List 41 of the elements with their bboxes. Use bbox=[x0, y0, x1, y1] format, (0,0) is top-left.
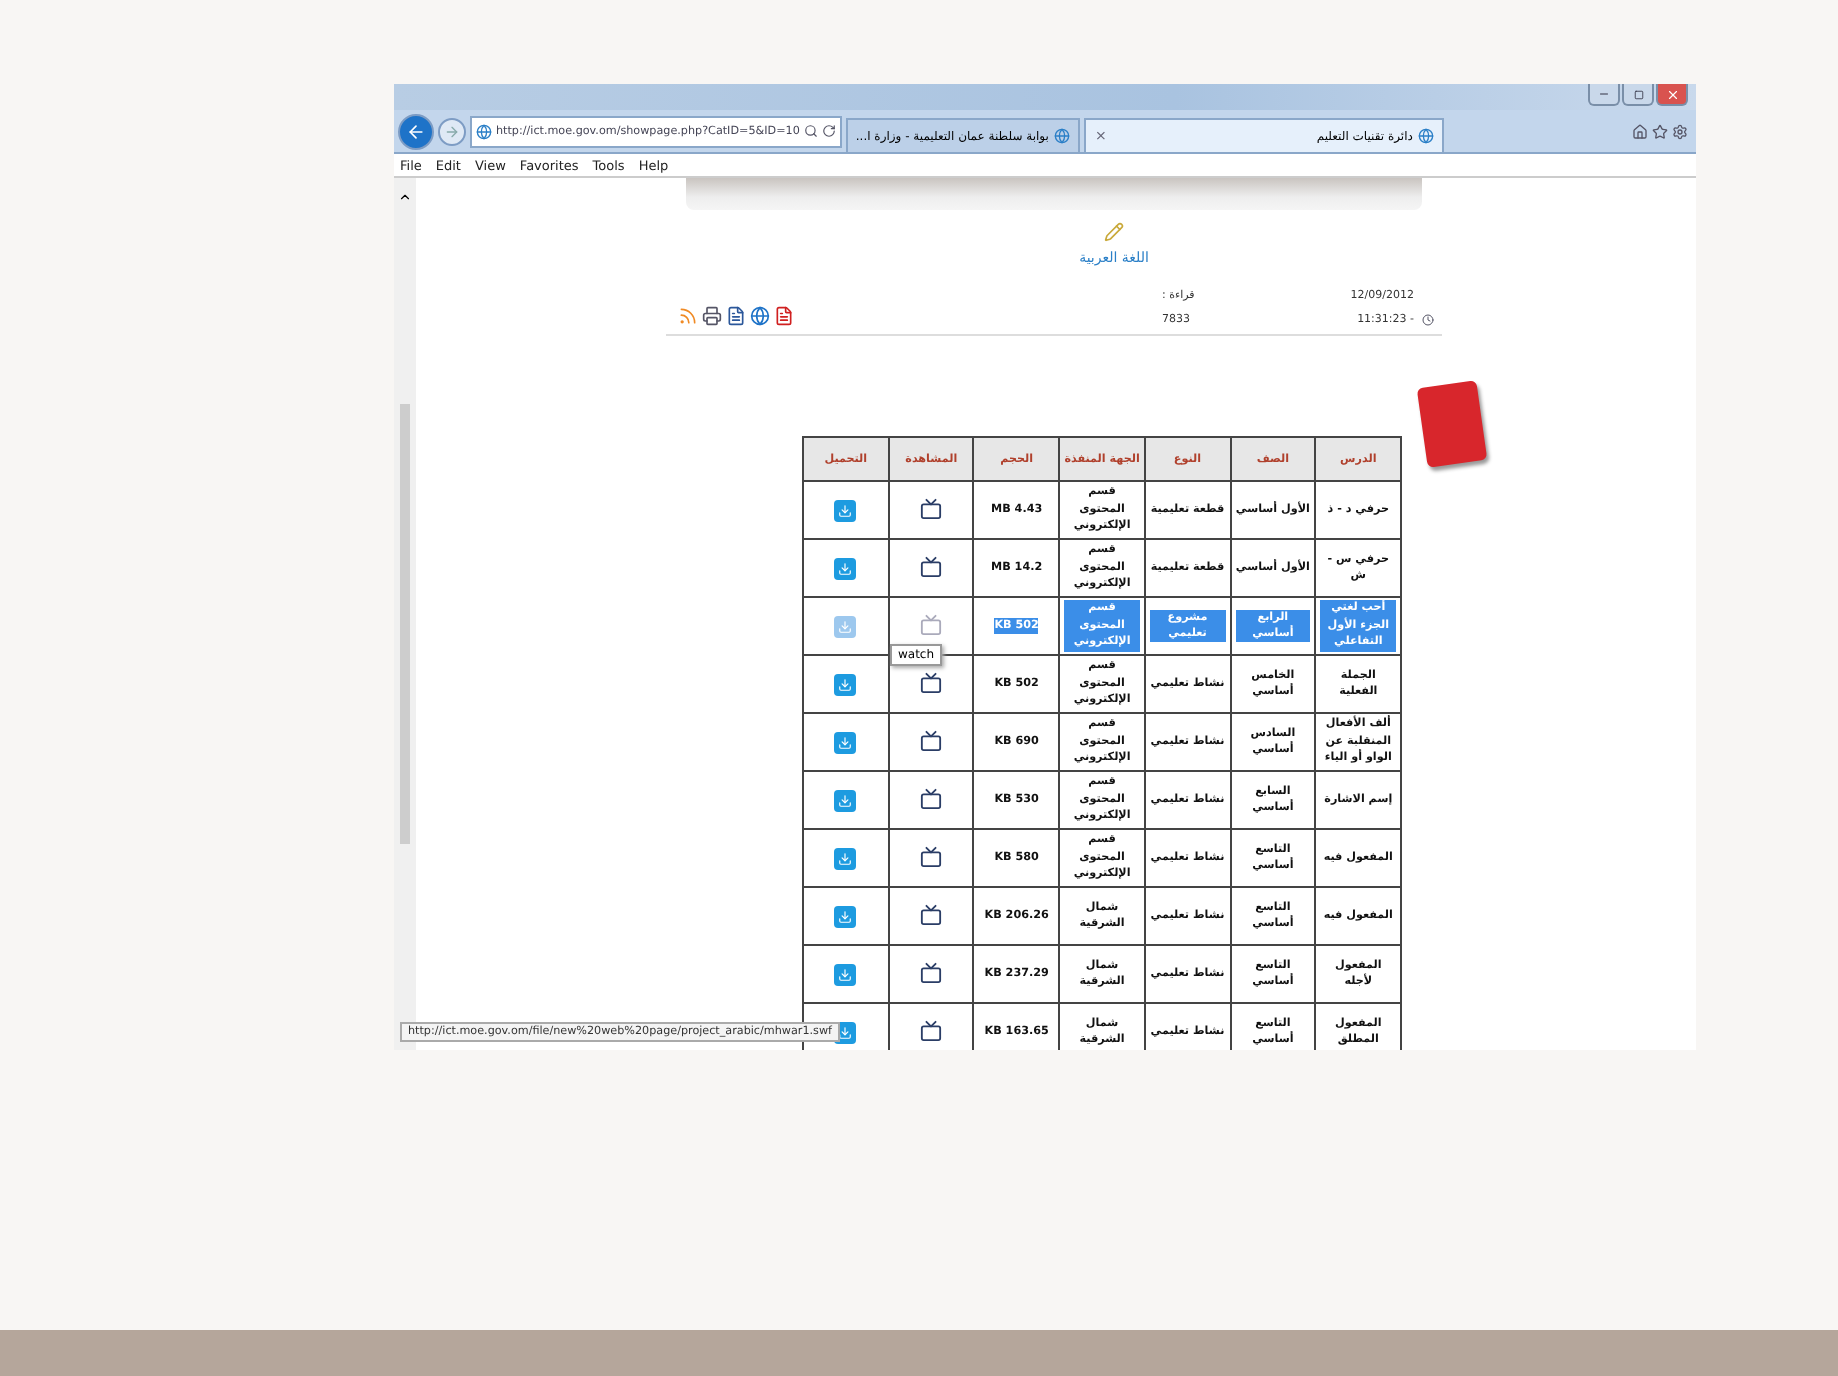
download-icon[interactable] bbox=[834, 847, 857, 869]
download-icon[interactable] bbox=[834, 673, 857, 695]
tv-icon[interactable] bbox=[920, 1019, 943, 1041]
document-icon[interactable] bbox=[726, 306, 746, 326]
back-arrow-icon bbox=[406, 121, 426, 141]
tv-icon[interactable] bbox=[920, 961, 943, 983]
download-icon[interactable] bbox=[834, 789, 857, 811]
star-icon[interactable] bbox=[1652, 123, 1668, 139]
globe-icon[interactable] bbox=[750, 306, 770, 326]
close-button[interactable] bbox=[1656, 84, 1688, 106]
back-button[interactable] bbox=[398, 113, 434, 149]
globe-icon bbox=[1054, 128, 1071, 144]
pencil-icon bbox=[1104, 222, 1124, 242]
clock-icon bbox=[1422, 314, 1434, 326]
maximize-button[interactable] bbox=[1622, 84, 1654, 106]
maximize-icon bbox=[1633, 89, 1643, 99]
scroll-up-icon[interactable] bbox=[398, 190, 412, 204]
tv-icon[interactable] bbox=[920, 555, 943, 577]
forward-arrow-icon bbox=[444, 123, 460, 139]
pdf-icon[interactable] bbox=[774, 306, 794, 326]
tv-icon[interactable] bbox=[920, 497, 943, 519]
download-icon[interactable] bbox=[834, 905, 857, 927]
tv-icon[interactable] bbox=[920, 729, 943, 751]
home-icon[interactable] bbox=[1632, 123, 1648, 139]
tv-icon[interactable] bbox=[920, 787, 943, 809]
book-box-drawing bbox=[1416, 380, 1488, 468]
download-icon[interactable] bbox=[834, 499, 857, 521]
download-icon[interactable] bbox=[834, 731, 857, 753]
print-icon[interactable] bbox=[702, 306, 722, 326]
download-icon[interactable] bbox=[834, 557, 857, 579]
download-icon[interactable] bbox=[834, 963, 857, 985]
minimize-icon bbox=[1598, 88, 1610, 100]
close-icon bbox=[1665, 87, 1679, 101]
tv-icon[interactable] bbox=[920, 903, 943, 925]
search-icon[interactable] bbox=[803, 124, 818, 138]
tv-icon[interactable] bbox=[920, 845, 943, 867]
globe-icon bbox=[476, 123, 492, 139]
refresh-icon[interactable] bbox=[821, 124, 836, 138]
settings-icon[interactable] bbox=[1672, 123, 1688, 139]
tv-icon[interactable] bbox=[920, 671, 943, 693]
globe-icon bbox=[1418, 128, 1435, 144]
